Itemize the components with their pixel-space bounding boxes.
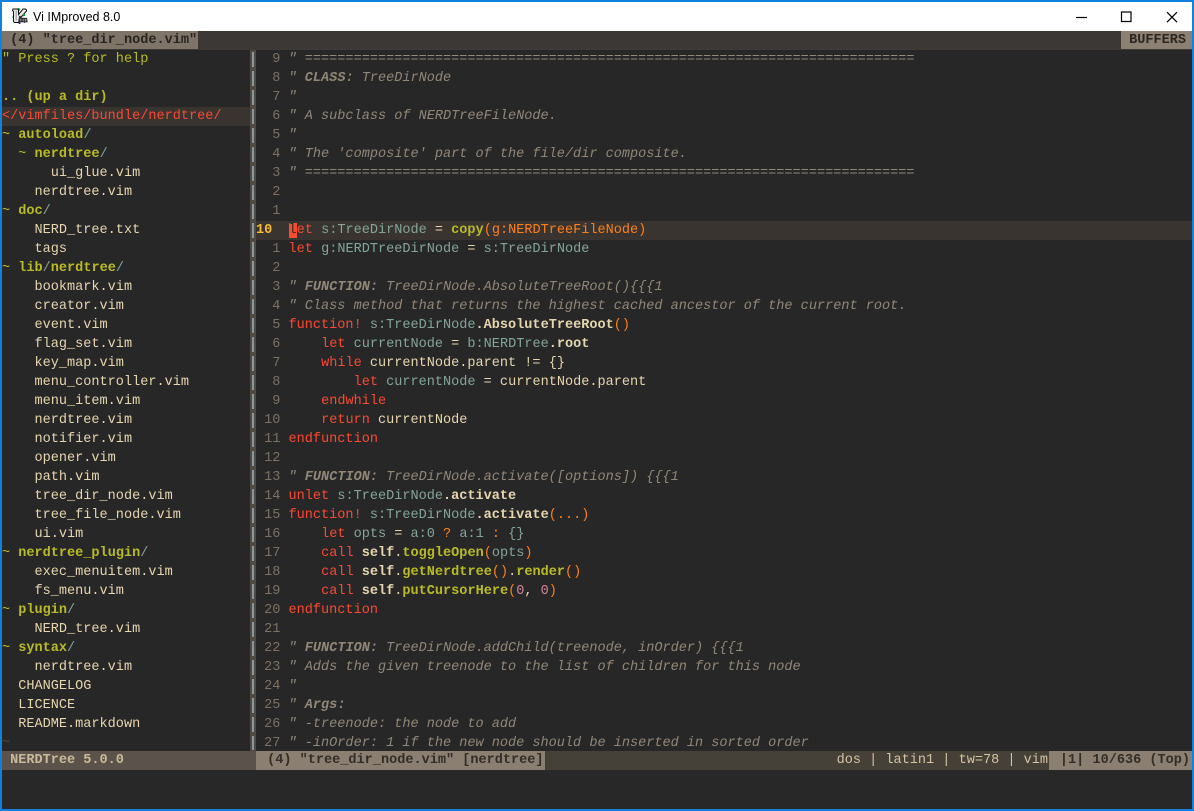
svg-text:im: im (19, 15, 28, 24)
